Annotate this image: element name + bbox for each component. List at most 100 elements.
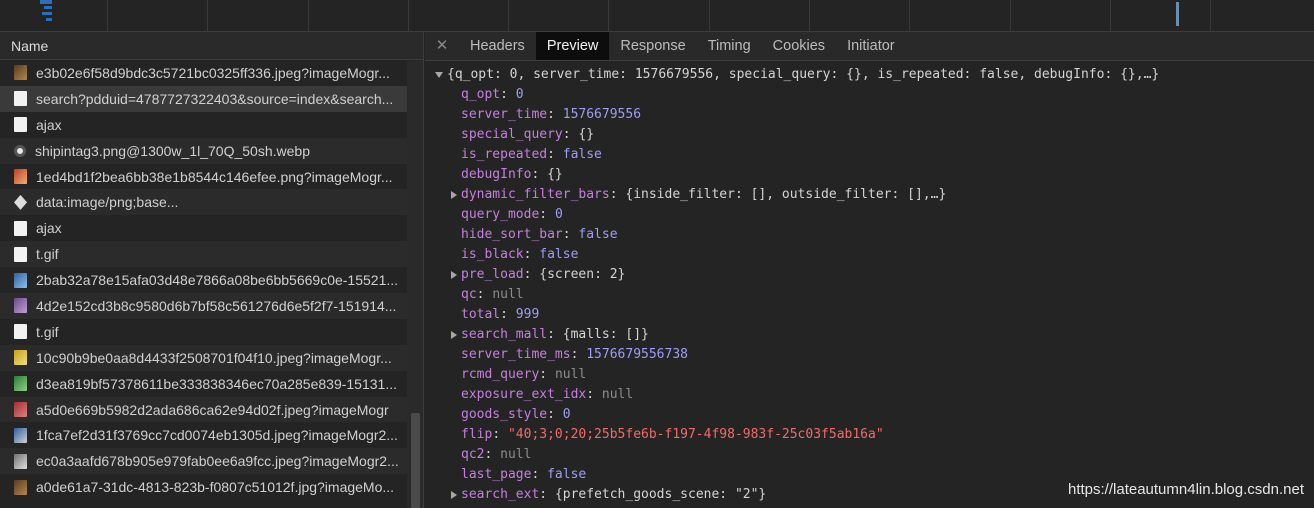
json-value: 999 xyxy=(515,307,540,322)
json-property-line[interactable]: server_time: 1576679556 xyxy=(425,105,1314,125)
json-property-line[interactable]: qc: null xyxy=(425,285,1314,305)
json-key: goods_style xyxy=(461,407,548,422)
request-name: 2bab32a78e15afa03d48e7866a08be6bb5669c0e… xyxy=(36,272,399,289)
json-colon: : xyxy=(500,307,516,322)
request-row[interactable]: ajax xyxy=(0,112,423,138)
json-colon: : xyxy=(586,387,602,402)
request-row[interactable]: e3b02e6f58d9bdc3c5721bc0325ff336.jpeg?im… xyxy=(0,60,423,86)
json-key: rcmd_query xyxy=(461,367,540,382)
json-key: hide_sort_bar xyxy=(461,227,563,242)
collapsed-triangle-icon[interactable] xyxy=(451,491,457,499)
json-property-line[interactable]: query_mode: 0 xyxy=(425,205,1314,225)
json-property-line[interactable]: dynamic_filter_bars: {inside_filter: [],… xyxy=(425,185,1314,205)
document-file-icon xyxy=(14,91,27,107)
json-colon: : xyxy=(539,487,555,502)
document-file-icon xyxy=(14,220,27,236)
request-name: a0de61a7-31dc-4813-823b-f0807c51012f.jpg… xyxy=(36,479,395,496)
json-property-line[interactable]: rcmd_query: null xyxy=(425,365,1314,385)
json-key: qc xyxy=(461,287,477,302)
request-row[interactable]: a5d0e669b5982d2ada686ca62e94d02f.jpeg?im… xyxy=(0,396,423,423)
request-name: e3b02e6f58d9bdc3c5721bc0325ff336.jpeg?im… xyxy=(36,64,390,81)
request-row[interactable]: 2bab32a78e15afa03d48e7866a08be6bb5669c0e… xyxy=(0,267,423,293)
network-overview-timeline[interactable] xyxy=(0,0,1314,32)
request-list[interactable]: e3b02e6f58d9bdc3c5721bc0325ff336.jpeg?im… xyxy=(0,60,423,508)
image-file-icon xyxy=(14,427,27,443)
json-key: search_ext xyxy=(461,487,540,502)
json-colon: : xyxy=(547,147,563,162)
json-property-line[interactable]: exposure_ext_idx: null xyxy=(425,385,1314,405)
request-row[interactable]: 4d2e152cd3b8c9580d6b7bf58c561276d6e5f2f7… xyxy=(0,293,423,319)
json-colon: : xyxy=(609,187,626,202)
request-name: search?pdduid=4787727322403&source=index… xyxy=(36,90,394,107)
document-file-icon xyxy=(14,117,27,133)
request-row[interactable]: shipintag3.png@1300w_1l_70Q_50sh.webp xyxy=(0,137,423,164)
request-row[interactable]: data:image/png;base... xyxy=(0,189,423,216)
tab-response[interactable]: Response xyxy=(609,32,696,60)
request-row[interactable]: a0de61a7-31dc-4813-823b-f0807c51012f.jpg… xyxy=(0,474,423,500)
tab-headers[interactable]: Headers xyxy=(459,32,536,60)
request-row[interactable]: ec0a3aafd678b905e979fab0ee6a9fcc.jpeg?im… xyxy=(0,448,423,475)
json-value: {inside_filter: [], outside_filter: [],…… xyxy=(625,187,947,202)
json-property-line[interactable]: search_mall: {malls: []} xyxy=(425,325,1314,345)
request-row[interactable]: 1ed4bd1f2bea6bb38e1b8544c146efee.png?ima… xyxy=(0,164,423,190)
expanded-triangle-icon[interactable] xyxy=(435,72,443,78)
json-property-line[interactable]: flip: "40;3;0;20;25b5fe6b-f197-4f98-983f… xyxy=(425,425,1314,445)
json-property-line[interactable]: q_opt: 0 xyxy=(425,85,1314,105)
tab-timing[interactable]: Timing xyxy=(697,32,762,60)
json-property-line[interactable]: qc2: null xyxy=(425,445,1314,465)
json-preview[interactable]: {q_opt: 0, server_time: 1576679556, spec… xyxy=(425,61,1314,505)
json-property-line[interactable]: is_black: false xyxy=(425,245,1314,265)
request-name: d3ea819bf57378611be333838346ec70a285e839… xyxy=(36,375,397,392)
data-uri-file-icon xyxy=(14,194,27,210)
timeline-gridline xyxy=(1110,0,1111,32)
collapsed-triangle-icon[interactable] xyxy=(451,331,457,339)
request-row[interactable]: search?pdduid=4787727322403&source=index… xyxy=(0,85,423,112)
tab-preview[interactable]: Preview xyxy=(535,32,610,60)
request-row[interactable]: 1fca7ef2d31f3769cc7cd0074eb1305d.jpeg?im… xyxy=(0,422,423,448)
json-value: {screen: 2} xyxy=(539,267,626,282)
image-file-icon xyxy=(14,402,27,418)
tab-initiator[interactable]: Initiator xyxy=(836,32,906,60)
json-key: qc2 xyxy=(461,447,485,462)
json-property-line[interactable]: hide_sort_bar: false xyxy=(425,225,1314,245)
json-colon: : xyxy=(523,267,540,282)
json-value: 0 xyxy=(515,87,524,102)
json-property-line[interactable]: pre_load: {screen: 2} xyxy=(425,265,1314,285)
request-row[interactable]: d3ea819bf57378611be333838346ec70a285e839… xyxy=(0,371,423,397)
json-value: {prefetch_goods_scene: "2"} xyxy=(554,487,767,502)
timeline-gridline xyxy=(909,0,910,32)
image-file-icon xyxy=(14,298,27,314)
json-property-line[interactable]: goods_style: 0 xyxy=(425,405,1314,425)
image-file-icon xyxy=(14,65,27,81)
close-icon[interactable]: ✕ xyxy=(425,32,459,60)
json-property-line[interactable]: total: 999 xyxy=(425,305,1314,325)
request-list-panel: Name e3b02e6f58d9bdc3c5721bc0325ff336.jp… xyxy=(0,32,424,508)
timeline-request-bar xyxy=(44,6,52,9)
name-column-header[interactable]: Name xyxy=(0,32,423,60)
tab-cookies[interactable]: Cookies xyxy=(762,32,836,60)
request-list-scrollbar[interactable] xyxy=(407,61,423,508)
request-name: shipintag3.png@1300w_1l_70Q_50sh.webp xyxy=(35,142,310,159)
request-row[interactable]: t.gif xyxy=(0,319,423,345)
json-property-line[interactable]: debugInfo: {} xyxy=(425,165,1314,185)
json-colon: : xyxy=(562,127,579,142)
collapsed-triangle-icon[interactable] xyxy=(451,271,457,279)
request-name: a5d0e669b5982d2ada686ca62e94d02f.jpeg?im… xyxy=(36,401,389,418)
image-file-icon xyxy=(14,272,27,288)
json-colon: : xyxy=(531,167,548,182)
json-property-line[interactable]: special_query: {} xyxy=(425,125,1314,145)
json-property-line[interactable]: {q_opt: 0, server_time: 1576679556, spec… xyxy=(425,65,1314,85)
request-row[interactable]: t.gif xyxy=(0,241,423,268)
request-row[interactable]: ajax xyxy=(0,215,423,241)
watermark: https://lateautumn4lin.blog.csdn.net xyxy=(1068,481,1304,498)
scrollbar-thumb[interactable] xyxy=(411,413,420,508)
request-row[interactable]: 10c90b9be0aa8d4433f2508701f04f10.jpeg?im… xyxy=(0,344,423,371)
json-property-line[interactable]: server_time_ms: 1576679556738 xyxy=(425,345,1314,365)
json-key: total xyxy=(461,307,501,322)
json-key: query_mode xyxy=(461,207,540,222)
timeline-request-bar xyxy=(42,12,52,15)
json-key: special_query xyxy=(461,127,563,142)
collapsed-triangle-icon[interactable] xyxy=(451,191,457,199)
json-property-line[interactable]: is_repeated: false xyxy=(425,145,1314,165)
json-value: false xyxy=(547,467,587,482)
